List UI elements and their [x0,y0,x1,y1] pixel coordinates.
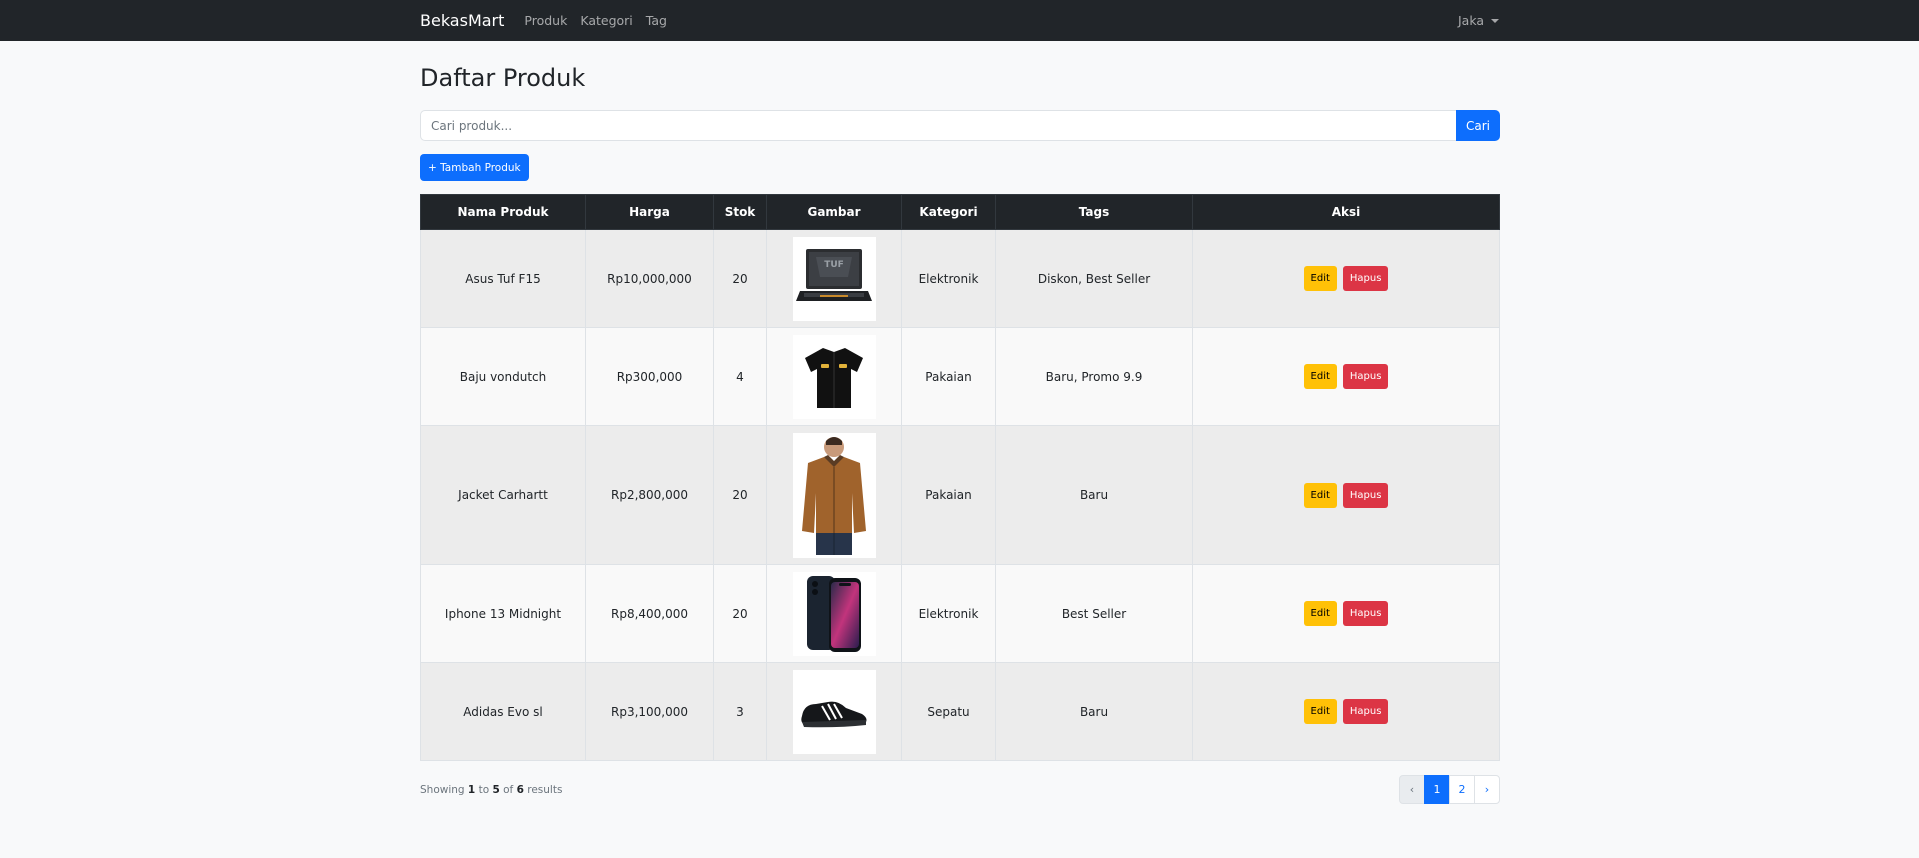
delete-button[interactable]: Hapus [1342,601,1389,626]
product-price: Rp300,000 [585,327,714,426]
pagination-page-1[interactable]: 1 [1424,775,1450,804]
actions-cell: Edit Hapus [1192,327,1500,426]
product-price: Rp8,400,000 [585,564,714,663]
table-row: Asus Tuf F15 Rp10,000,000 20 TUF Elektro… [420,229,1500,328]
svg-text:TUF: TUF [824,260,844,270]
column-header-tags: Tags [995,194,1193,230]
column-header-category: Kategori [901,194,996,230]
table-row: Adidas Evo sl Rp3,100,000 3 Sepatu Baru … [420,662,1500,761]
column-header-price: Harga [585,194,714,230]
product-image-cell [766,662,902,761]
nav-link-tag[interactable]: Tag [646,13,667,28]
phone-icon [807,575,861,652]
shoe-icon [801,701,867,727]
showing-prefix: Showing [420,783,465,796]
edit-button[interactable]: Edit [1303,601,1337,626]
column-header-image: Gambar [766,194,902,230]
pagination-prev: ‹ [1399,775,1425,804]
product-tags: Baru, Promo 9.9 [995,327,1193,426]
edit-button[interactable]: Edit [1303,364,1337,389]
product-stock: 20 [713,425,767,565]
product-tags: Baru [995,425,1193,565]
showing-results-word: results [527,783,563,796]
edit-button[interactable]: Edit [1303,699,1337,724]
main-container: Daftar Produk Cari + Tambah Produk Nama … [420,41,1500,804]
product-image-cell: TUF [766,229,902,328]
product-name: Jacket Carhartt [420,425,586,565]
edit-button[interactable]: Edit [1303,482,1337,508]
page-title: Daftar Produk [420,64,586,92]
showing-total: 6 [516,783,524,796]
product-tags: Best Seller [995,564,1193,663]
table-row: Baju vondutch Rp300,000 4 Pakaian Baru, … [420,327,1500,426]
product-category: Elektronik [901,564,996,663]
add-product-button[interactable]: + Tambah Produk [420,154,529,181]
product-image-cell [766,327,902,426]
results-summary: Showing 1 to 5 of 6 results [420,784,562,796]
product-name: Asus Tuf F15 [420,229,586,328]
shoe-image [792,669,876,754]
shirt-image [792,334,876,419]
phone-image [792,571,876,656]
pagination-next[interactable]: › [1474,775,1500,804]
user-dropdown[interactable]: Jaka [1458,13,1499,28]
actions-cell: Edit Hapus [1192,425,1500,565]
products-table: Nama Produk Harga Stok Gambar Kategori T… [420,194,1500,761]
pagination-page-2[interactable]: 2 [1449,775,1475,804]
nav-link-produk[interactable]: Produk [524,13,567,28]
actions-cell: Edit Hapus [1192,564,1500,663]
product-category: Sepatu [901,662,996,761]
actions-cell: Edit Hapus [1192,229,1500,328]
table-header-row: Nama Produk Harga Stok Gambar Kategori T… [420,194,1500,230]
actions-cell: Edit Hapus [1192,662,1500,761]
showing-of-word: of [503,783,514,796]
showing-from: 1 [467,783,476,796]
table-footer: Showing 1 to 5 of 6 results ‹ 1 2 › [420,775,1500,804]
product-category: Pakaian [901,327,996,426]
product-tags: Baru [995,662,1193,761]
product-price: Rp2,800,000 [585,425,714,565]
laptop-icon: TUF [796,248,872,301]
column-header-name: Nama Produk [420,194,586,230]
delete-button[interactable]: Hapus [1342,699,1389,724]
column-header-stock: Stok [713,194,767,230]
showing-to-word: to [478,783,490,796]
laptop-image: TUF [792,236,876,321]
product-stock: 4 [713,327,767,426]
product-stock: 20 [713,564,767,663]
product-price: Rp3,100,000 [585,662,714,761]
delete-button[interactable]: Hapus [1342,364,1389,389]
showing-to: 5 [492,783,500,796]
product-category: Elektronik [901,229,996,328]
jacket-image [792,432,876,558]
edit-button[interactable]: Edit [1303,266,1337,291]
product-name: Iphone 13 Midnight [420,564,586,663]
nav-link-kategori[interactable]: Kategori [580,13,632,28]
delete-button[interactable]: Hapus [1342,266,1389,291]
product-name: Baju vondutch [420,327,586,426]
caret-down-icon [1491,18,1499,23]
table-row: Iphone 13 Midnight Rp8,400,000 20 Elektr… [420,564,1500,663]
search-button[interactable]: Cari [1456,110,1500,141]
product-image-cell [766,564,902,663]
search-input[interactable] [420,110,1456,141]
brand-logo[interactable]: BekasMart [420,11,504,30]
product-category: Pakaian [901,425,996,565]
product-name: Adidas Evo sl [420,662,586,761]
top-navbar: BekasMart Produk Kategori Tag Jaka [0,0,1919,41]
table-row: Jacket Carhartt Rp2,800,000 20 Pakaian B… [420,425,1500,565]
product-stock: 3 [713,662,767,761]
pagination: ‹ 1 2 › [1399,775,1500,804]
jacket-icon [802,437,866,555]
product-price: Rp10,000,000 [585,229,714,328]
product-image-cell [766,425,902,565]
delete-button[interactable]: Hapus [1342,482,1389,508]
search-form: Cari [420,110,1500,141]
product-tags: Diskon, Best Seller [995,229,1193,328]
column-header-actions: Aksi [1192,194,1500,230]
user-name: Jaka [1457,13,1484,28]
shirt-icon [805,347,863,408]
product-stock: 20 [713,229,767,328]
